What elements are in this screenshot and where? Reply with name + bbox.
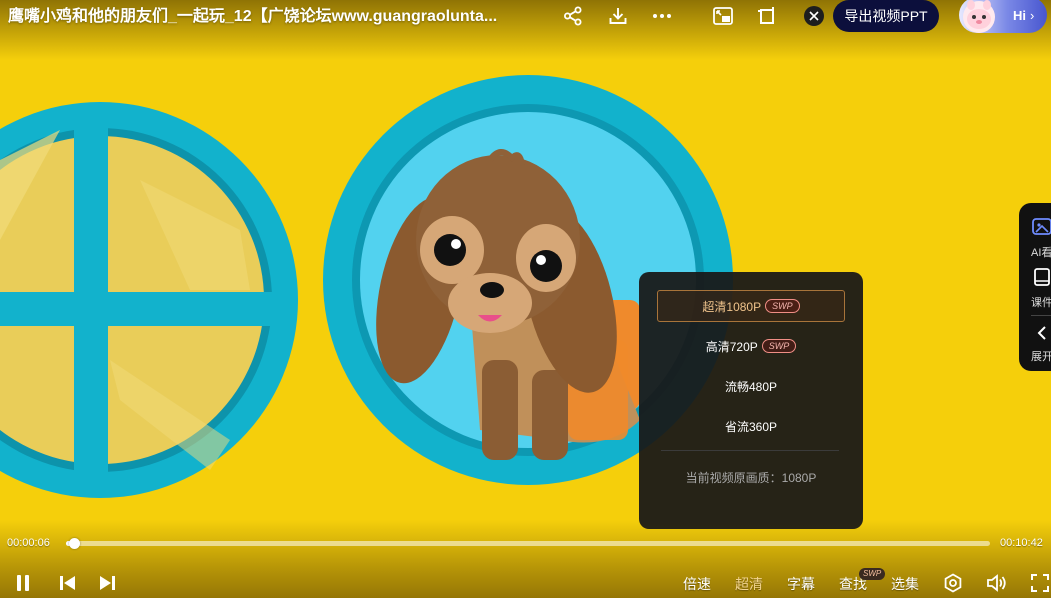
side-divider [1031, 315, 1051, 316]
more-icon[interactable] [650, 4, 674, 28]
volume-icon [987, 574, 1006, 592]
previous-button[interactable] [57, 572, 79, 594]
quality-label: 流畅480P [724, 379, 778, 394]
quality-option-1080p[interactable]: 超清1080P SWP [657, 290, 845, 322]
export-ppt-button[interactable]: 导出视频PPT [833, 0, 939, 32]
fullscreen-button[interactable] [1030, 572, 1050, 594]
side-tool-panel: AI看 课件 展开 [1019, 203, 1051, 371]
episodes-button[interactable]: 选集 [891, 574, 919, 594]
fullscreen-icon [1031, 574, 1049, 592]
settings-button[interactable] [942, 572, 964, 594]
close-icon[interactable] [804, 6, 824, 26]
quality-option-360p[interactable]: 省流360P [657, 410, 845, 442]
quality-option-480p[interactable]: 流畅480P [657, 370, 845, 402]
settings-icon [944, 573, 962, 593]
share-icon[interactable] [561, 4, 585, 28]
side-item-ai-view[interactable]: AI看 [1019, 217, 1051, 261]
picture-in-picture-icon[interactable] [711, 4, 735, 28]
swp-badge: SWP [765, 299, 800, 313]
search-swp-badge: SWP [859, 568, 886, 580]
subtitle-button[interactable]: 字幕 [787, 574, 815, 594]
assistant-hi-button[interactable]: Hi › [959, 0, 1047, 33]
menu-divider [661, 450, 839, 451]
chevron-left-icon [1037, 326, 1046, 340]
progress-handle[interactable] [69, 538, 80, 549]
skip-previous-icon [60, 576, 75, 590]
swp-badge: SWP [761, 339, 797, 353]
source-quality-info: 当前视频原画质：1080P [685, 471, 817, 485]
quality-option-720p[interactable]: 高清720P SWP [657, 330, 845, 362]
pause-icon [17, 575, 29, 591]
next-button[interactable] [96, 572, 118, 594]
quality-label: 高清720P [705, 339, 758, 354]
ai-view-icon [1032, 218, 1051, 235]
quality-label: 省流360P [724, 419, 778, 434]
side-item-label: 展开 [1031, 351, 1051, 363]
side-item-courseware[interactable]: 课件 [1019, 267, 1051, 311]
side-item-label: 课件 [1031, 297, 1051, 309]
total-time: 00:10:42 [1000, 537, 1043, 549]
avatar [959, 0, 999, 33]
crop-icon[interactable] [755, 4, 779, 28]
video-title: 鹰嘴小鸡和他的朋友们_一起玩_12【广饶论坛www.guangraolunta.… [8, 8, 498, 25]
progress-bar[interactable] [66, 538, 990, 549]
current-time: 00:00:06 [7, 537, 50, 549]
speed-button[interactable]: 倍速 [683, 574, 711, 594]
courseware-icon [1034, 268, 1050, 286]
pause-button[interactable] [12, 572, 34, 594]
volume-button[interactable] [985, 572, 1009, 594]
top-bar: 鹰嘴小鸡和他的朋友们_一起玩_12【广饶论坛www.guangraolunta.… [0, 0, 1051, 60]
side-item-label: AI看 [1031, 247, 1051, 259]
download-icon[interactable] [606, 4, 630, 28]
quality-button[interactable]: 超清 [735, 574, 763, 594]
avatar-greeting: Hi [1013, 7, 1026, 23]
quality-menu: 超清1080P SWP 高清720P SWP 流畅480P 省流360P 当前视… [639, 272, 863, 529]
cartoon-scene [0, 75, 733, 498]
chevron-right-icon: › [1030, 7, 1035, 23]
skip-next-icon [100, 576, 115, 590]
quality-label: 超清1080P [702, 299, 762, 314]
video-frame[interactable] [0, 0, 1051, 598]
side-item-expand[interactable]: 展开 [1019, 323, 1051, 367]
